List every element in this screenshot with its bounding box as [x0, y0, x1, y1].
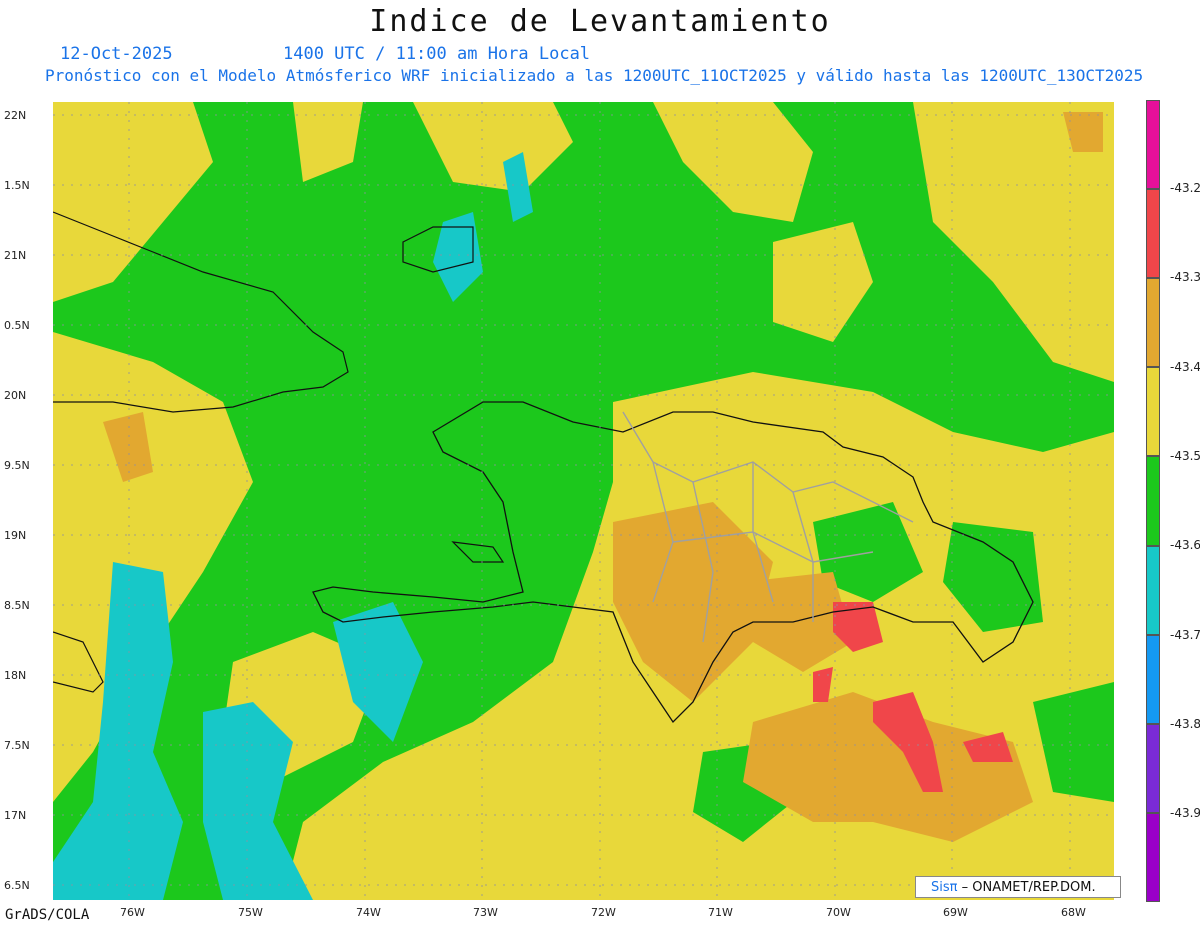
forecast-date: 12-Oct-2025 [60, 44, 173, 64]
y-tick-label: 7.5N [4, 739, 30, 752]
colorbar-label: -43.9 [1170, 806, 1200, 820]
forecast-time: 1400 UTC / 11:00 am Hora Local [283, 44, 591, 64]
colorbar-segment [1146, 189, 1160, 279]
colorbar-segment [1146, 367, 1160, 457]
colorbar-label: -43.5 [1170, 449, 1200, 463]
y-tick-label: 21N [4, 249, 27, 262]
y-tick-label: 1.5N [4, 179, 30, 192]
map-title: Indice de Levantamiento [369, 4, 831, 39]
colorbar-segment [1146, 723, 1160, 813]
x-tick-label: 75W [238, 906, 263, 919]
x-tick-label: 73W [473, 906, 498, 919]
colorbar-label: -43.8 [1170, 717, 1200, 731]
colorbar-label: -43.4 [1170, 360, 1200, 374]
forecast-map [53, 102, 1114, 900]
colorbar-segment [1146, 278, 1160, 368]
x-tick-label: 68W [1061, 906, 1086, 919]
x-tick-label: 74W [356, 906, 381, 919]
colorbar-segment [1146, 545, 1160, 635]
colorbar [1146, 100, 1160, 902]
y-tick-label: 6.5N [4, 879, 30, 892]
model-description: Pronóstico con el Modelo Atmósferico WRF… [45, 66, 1144, 85]
x-tick-label: 76W [120, 906, 145, 919]
onamet-logo: Sisπ – ONAMET/REP.DOM. [915, 876, 1121, 898]
y-tick-label: 20N [4, 389, 27, 402]
x-tick-label: 69W [943, 906, 968, 919]
colorbar-label: -43.7 [1170, 628, 1200, 642]
colorbar-label: -43.3 [1170, 270, 1200, 284]
y-tick-label: 18N [4, 669, 27, 682]
colorbar-segment [1146, 634, 1160, 724]
sistemas-mark: Sisπ [931, 880, 958, 895]
y-tick-label: 22N [4, 109, 27, 122]
y-tick-label: 8.5N [4, 599, 30, 612]
colorbar-segment [1146, 456, 1160, 546]
y-tick-label: 17N [4, 809, 27, 822]
logo-text: – ONAMET/REP.DOM. [961, 880, 1096, 895]
colorbar-label: -43.2 [1170, 181, 1200, 195]
credit-label: GrADS/COLA [5, 907, 90, 923]
y-tick-label: 9.5N [4, 459, 30, 472]
colorbar-segment [1146, 812, 1160, 902]
colorbar-label: -43.6 [1170, 538, 1200, 552]
colorbar-segment [1146, 100, 1160, 190]
x-tick-label: 72W [591, 906, 616, 919]
y-tick-label: 19N [4, 529, 27, 542]
x-tick-label: 71W [708, 906, 733, 919]
x-tick-label: 70W [826, 906, 851, 919]
y-tick-label: 0.5N [4, 319, 30, 332]
